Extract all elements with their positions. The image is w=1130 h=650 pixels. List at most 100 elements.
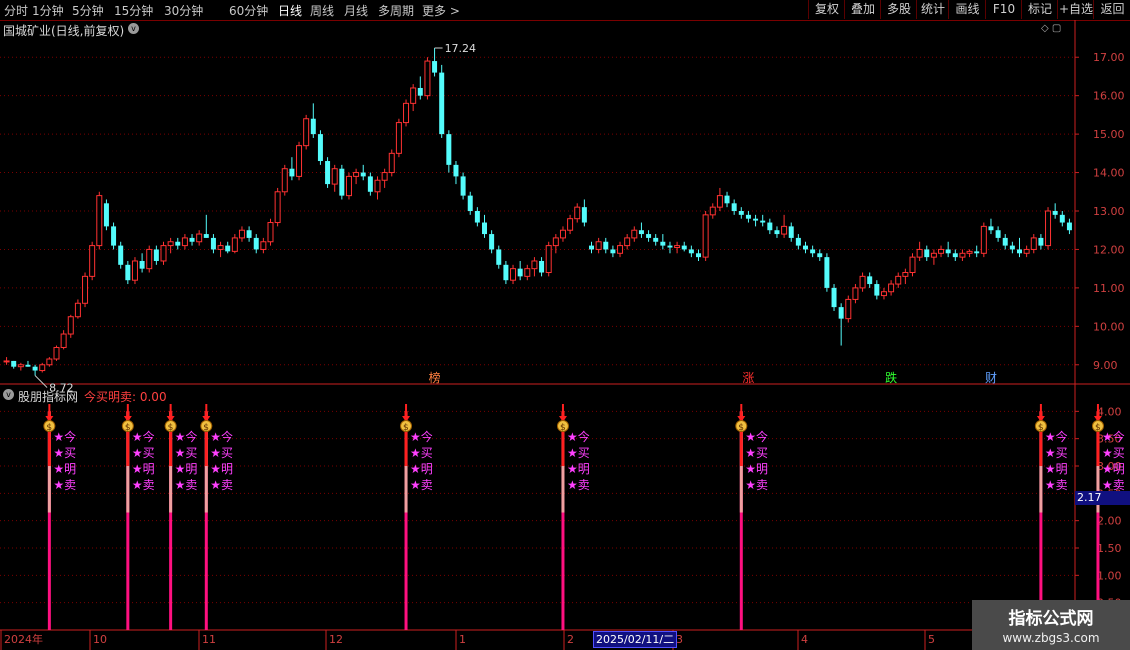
signal-label: ★明 <box>1045 462 1068 476</box>
candle-body <box>489 234 495 250</box>
indicator-tick-label: 1.50 <box>1097 542 1122 555</box>
candle-body <box>510 268 517 281</box>
candle-body <box>253 237 259 250</box>
indicator-name[interactable]: 股朋指标网 <box>18 388 78 405</box>
candle-body <box>317 134 323 162</box>
candle-body <box>74 302 81 318</box>
price-tick-label: 10.00 <box>1093 320 1125 333</box>
candle-body <box>902 272 909 277</box>
candle-body <box>810 249 816 254</box>
indicator-tick-label: 1.00 <box>1097 569 1122 582</box>
candle-body <box>381 172 388 181</box>
candle-body <box>310 118 316 135</box>
candle-body <box>916 248 923 258</box>
event-mark: 跌 <box>885 370 897 385</box>
chevron-down-icon[interactable]: v <box>128 23 139 34</box>
candle-body <box>696 253 701 258</box>
event-mark: 榜 <box>429 370 441 385</box>
candle-body <box>874 284 880 296</box>
time-tick-label: 5 <box>928 633 935 646</box>
candle-body <box>160 245 167 262</box>
candle-body <box>217 245 224 250</box>
candle-body <box>539 260 545 273</box>
candle-body <box>238 229 245 239</box>
money-bag-symbol: $ <box>203 423 209 433</box>
candle-body <box>603 241 609 250</box>
candle-body <box>988 226 994 231</box>
signal-label: ★今 <box>132 429 155 444</box>
window-controls-icon[interactable]: ◇ ▢ <box>1041 23 1061 34</box>
candle-body <box>1030 237 1037 250</box>
candle-body <box>395 122 402 154</box>
money-bag-symbol: $ <box>125 423 131 433</box>
candle-body <box>353 172 360 177</box>
candle-body <box>767 222 773 231</box>
candle-body <box>11 360 17 367</box>
candle-body <box>103 203 109 227</box>
signal-label: ★买 <box>1102 446 1125 460</box>
candle-body <box>331 168 338 185</box>
indicator-chevron-down-icon[interactable]: v <box>3 389 14 400</box>
candle-body <box>345 175 352 197</box>
stock-title: 国城矿业(日线,前复权) <box>3 24 125 38</box>
candle-body <box>1009 245 1015 250</box>
time-tick-label: 2024年 <box>4 632 43 646</box>
money-bag-symbol: $ <box>560 423 566 433</box>
candle-body <box>753 218 759 221</box>
candle-body <box>53 346 60 360</box>
watermark-title: 指标公式网 <box>1008 609 1094 629</box>
candle-body <box>974 251 980 254</box>
signal-label: ★明 <box>210 462 233 476</box>
candle-body <box>125 264 131 281</box>
candle-body <box>716 195 723 208</box>
candle-body <box>681 245 687 250</box>
candle-body <box>524 268 531 277</box>
candle-body <box>852 287 859 300</box>
candle-body <box>1017 249 1022 254</box>
candle-body <box>674 245 681 249</box>
signal-label: ★今 <box>175 429 198 444</box>
signal-label: ★明 <box>175 462 198 476</box>
candle-body <box>966 250 973 254</box>
candle-body <box>274 191 281 224</box>
signal-label: ★今 <box>210 429 233 444</box>
candle-body <box>531 260 538 270</box>
watermark: 指标公式网 www.zbgs3.com <box>972 600 1130 650</box>
money-bag-symbol: $ <box>1038 423 1044 433</box>
candle-body <box>1045 210 1052 247</box>
candle-body <box>210 237 216 250</box>
candle-body <box>653 237 659 242</box>
candle-body <box>339 168 345 196</box>
candle-body <box>303 118 310 147</box>
candle-body <box>388 152 395 174</box>
candle-body <box>980 225 987 254</box>
candle-body <box>131 260 138 281</box>
candle-body <box>267 222 274 243</box>
money-bag-symbol: $ <box>1095 423 1101 433</box>
candle-body <box>96 195 103 247</box>
signal-label: ★卖 <box>210 478 233 492</box>
candle-body <box>360 172 366 177</box>
signal-label: ★买 <box>175 446 198 460</box>
price-tick-label: 12.00 <box>1093 243 1125 256</box>
time-tick-label: 4 <box>801 633 808 646</box>
candle-body <box>410 87 417 104</box>
candle-body <box>60 333 67 348</box>
candle-body <box>260 241 267 250</box>
candle-body <box>924 249 930 258</box>
candle-body <box>660 241 666 246</box>
candle-body <box>503 264 509 281</box>
candle-body <box>845 298 852 320</box>
signal-label: ★今 <box>1045 429 1068 444</box>
candle-body <box>424 60 431 97</box>
candle-body <box>89 245 96 277</box>
candle-body <box>952 253 958 258</box>
candle-body <box>803 245 808 250</box>
signal-label: ★买 <box>210 446 233 460</box>
money-bag-symbol: $ <box>46 423 52 433</box>
candle-body <box>745 214 751 219</box>
signal-label: ★明 <box>132 462 155 476</box>
signal-label: ★今 <box>410 429 433 444</box>
candle-body <box>638 230 644 235</box>
candle-body <box>189 237 195 242</box>
